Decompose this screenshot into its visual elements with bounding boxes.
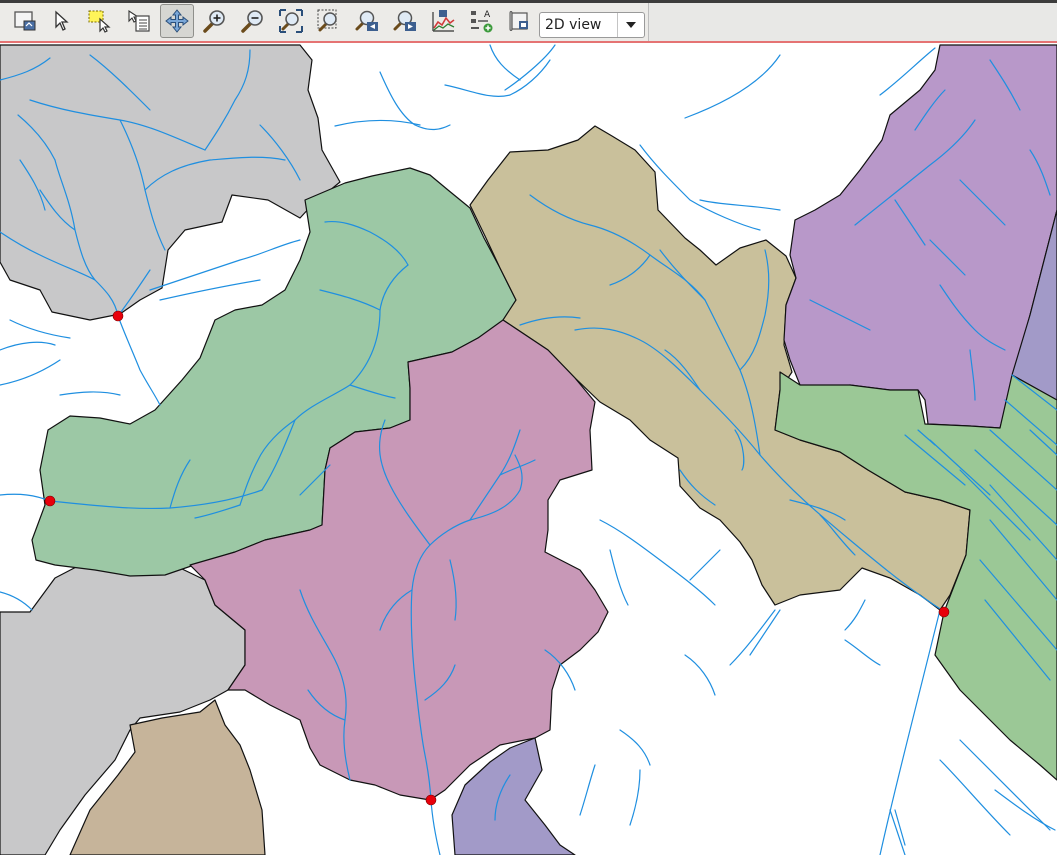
- identify-button[interactable]: [124, 6, 154, 36]
- select-rectangle-icon: [88, 10, 111, 33]
- basin-grey-north: [0, 44, 341, 321]
- zoom-out-icon: [241, 10, 263, 33]
- zoom-full-icon: [279, 9, 303, 33]
- zoom-out-button[interactable]: [238, 6, 268, 36]
- outlet-point-3[interactable]: [425, 794, 437, 806]
- outlet-point-1[interactable]: [112, 310, 124, 322]
- legend-button[interactable]: A: [466, 6, 496, 36]
- identify-icon: [128, 9, 150, 32]
- select-rectangle-button[interactable]: [84, 6, 114, 36]
- print-layout-icon: [509, 11, 528, 31]
- map-toolbar: A 2D view: [0, 3, 649, 41]
- map-canvas[interactable]: [0, 43, 1057, 855]
- zoom-last-button[interactable]: [352, 6, 382, 36]
- zoom-next-button[interactable]: [390, 6, 420, 36]
- layout-button[interactable]: [504, 6, 534, 36]
- zoom-next-icon: [393, 10, 416, 31]
- outlet-point-4[interactable]: [938, 606, 950, 618]
- map-view-icon: [14, 11, 36, 31]
- profile-tool-button[interactable]: [428, 6, 458, 36]
- pan-button[interactable]: [160, 4, 194, 38]
- cursor-arrow-icon: [55, 10, 69, 31]
- view-select[interactable]: 2D view: [539, 12, 645, 38]
- zoom-in-icon: [203, 10, 225, 33]
- zoom-selection-icon: [317, 9, 337, 32]
- profile-chart-icon: [432, 10, 455, 32]
- zoom-full-button[interactable]: [276, 6, 306, 36]
- zoom-selection-button[interactable]: [314, 6, 344, 36]
- new-map-view-button[interactable]: [10, 6, 40, 36]
- outlet-point-2[interactable]: [44, 495, 56, 507]
- select-button[interactable]: [46, 6, 76, 36]
- zoom-in-button[interactable]: [200, 6, 230, 36]
- chevron-down-icon[interactable]: [617, 13, 644, 37]
- legend-icon: A: [471, 10, 493, 33]
- pan-arrows-icon: [165, 9, 189, 33]
- svg-text:A: A: [484, 10, 491, 20]
- view-select-value: 2D view: [545, 17, 602, 33]
- zoom-last-icon: [355, 10, 378, 31]
